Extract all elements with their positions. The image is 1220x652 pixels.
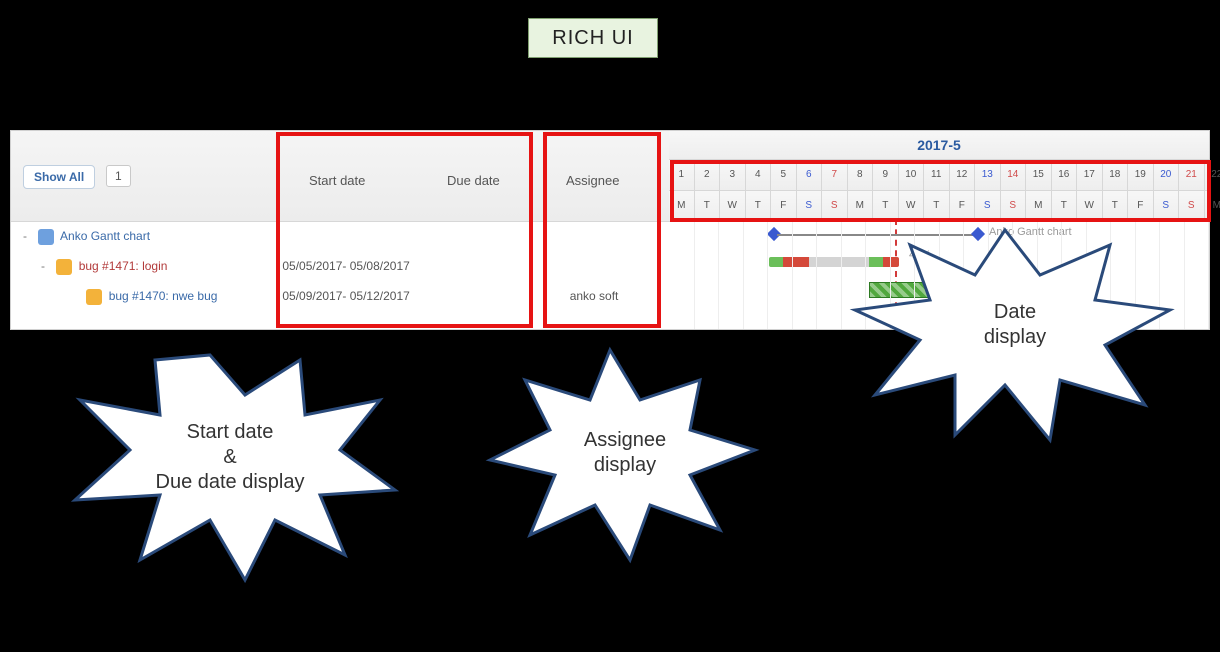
calendar-day-cell: 13 [975,160,1001,190]
calendar-day-cell: 8 [848,160,874,190]
page-indicator[interactable]: 1 [106,165,131,187]
calendar-weekday-cell: T [1052,191,1078,221]
column-assignee: Assignee [566,173,619,188]
calendar-weekday-cell: T [924,191,950,221]
calendar-weekday-cell: T [873,191,899,221]
calendar-day-cell: 20 [1154,160,1180,190]
calendar-weekday-cell: T [1103,191,1129,221]
calendar-month: 2017-5 [669,131,1209,160]
calendar-weekday-cell: F [1128,191,1154,221]
column-due-date: Due date [447,173,500,188]
calendar-weekday-cell: M [669,191,695,221]
calendar-weekday-cell: S [822,191,848,221]
calendar-weekday-cell: M [1205,191,1220,221]
calendar-weekday-cell: T [746,191,772,221]
calendar-day-cell: 12 [950,160,976,190]
calendar-grid-column [767,219,793,329]
calendar-grid-column [743,219,769,329]
calendar-grid-column [1135,219,1161,329]
calendar: 2017-5 123456789101112131415161718192021… [669,131,1209,222]
bug-icon [86,289,102,305]
tree-toggle-icon[interactable]: - [41,251,51,281]
calendar-weekday-cell: S [797,191,823,221]
calendar-grid-column [816,219,842,329]
calendar-weekday-cell: S [1001,191,1027,221]
calendar-day-cell: 5 [771,160,797,190]
calendar-grid-column [1159,219,1185,329]
calendar-weekday-cell: T [695,191,721,221]
calendar-grid-column [694,219,720,329]
calendar-day-cell: 22 [1205,160,1220,190]
calendar-weekdays: MTWTFSSMTWTFSSMTWTFSSM [669,191,1209,222]
calendar-day-cell: 19 [1128,160,1154,190]
task-link[interactable]: Anko Gantt chart [60,229,150,243]
project-icon [38,229,54,245]
callout-date-display-label: Datedisplay [940,300,1090,350]
calendar-day-cell: 17 [1077,160,1103,190]
calendar-day-cell: 9 [873,160,899,190]
calendar-day-cell: 7 [822,160,848,190]
task-dates: 05/05/2017- 05/08/2017 [282,251,542,281]
calendar-grid-column [914,219,940,329]
task-link[interactable]: bug #1470: nwe bug [109,289,218,303]
tree-toggle-icon[interactable]: - [23,221,33,251]
calendar-weekday-cell: W [1077,191,1103,221]
calendar-day-cell: 15 [1026,160,1052,190]
rich-ui-badge: RICH UI [528,18,658,58]
show-all-button[interactable]: Show All [23,165,95,189]
calendar-grid-column [669,219,695,329]
calendar-day-cell: 4 [746,160,772,190]
calendar-grid-column [890,219,916,329]
calendar-day-cell: 18 [1103,160,1129,190]
calendar-grid-column [841,219,867,329]
bug-icon [56,259,72,275]
calendar-body: Anko Gantt chart 40% [669,219,1209,329]
callout-assignee-label: Assigneedisplay [540,428,710,478]
calendar-weekday-cell: W [720,191,746,221]
calendar-weekday-cell: M [848,191,874,221]
calendar-grid-column [865,219,891,329]
calendar-weekday-cell: F [771,191,797,221]
calendar-day-cell: 16 [1052,160,1078,190]
calendar-weekday-cell: S [1179,191,1205,221]
calendar-weekday-cell: W [899,191,925,221]
calendar-day-cell: 21 [1179,160,1205,190]
calendar-weekday-cell: M [1026,191,1052,221]
calendar-weekday-cell: S [975,191,1001,221]
calendar-grid-column [718,219,744,329]
calendar-day-numbers: 12345678910111213141516171819202122 [669,160,1209,191]
calendar-day-cell: 1 [669,160,695,190]
calendar-day-cell: 10 [899,160,925,190]
calendar-grid-column [1184,219,1210,329]
calendar-day-cell: 2 [695,160,721,190]
column-start-date: Start date [309,173,365,188]
calendar-weekday-cell: S [1154,191,1180,221]
calendar-day-cell: 14 [1001,160,1027,190]
task-link[interactable]: bug #1471: login [79,259,168,273]
calendar-grid-column [792,219,818,329]
calendar-day-cell: 3 [720,160,746,190]
calendar-day-cell: 6 [797,160,823,190]
calendar-day-cell: 11 [924,160,950,190]
calendar-weekday-cell: F [950,191,976,221]
callout-dates-label: Start date&Due date display [105,420,355,495]
calendar-grid-column [1110,219,1136,329]
task-dates: 05/09/2017- 05/12/2017 [282,281,542,311]
